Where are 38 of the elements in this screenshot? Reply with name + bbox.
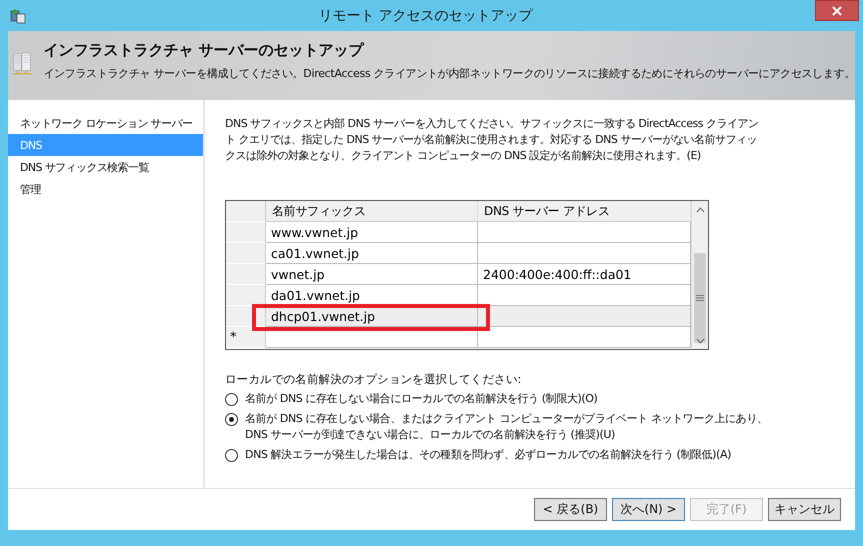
radio-button[interactable] — [225, 393, 238, 406]
row-header[interactable] — [226, 285, 266, 306]
table-cell[interactable]: vwnet.jp — [266, 264, 478, 285]
table-cell[interactable] — [478, 243, 691, 264]
wizard-button[interactable]: キャンセル — [768, 498, 841, 521]
scroll-down-icon[interactable] — [696, 338, 704, 344]
wizard-button[interactable]: < 戻る(B) — [534, 498, 607, 521]
radio-button[interactable] — [225, 449, 238, 462]
table-cell[interactable] — [478, 222, 691, 243]
radio-label[interactable]: DNS 解決エラーが発生した場合は、その種類を問わず、必ずローカルでの名前解決を行う (制限低)(A) — [245, 447, 731, 463]
page-title: インフラストラクチャ サーバーのセットアップ — [43, 41, 366, 60]
radio-button[interactable] — [225, 413, 238, 426]
grip-icon — [696, 295, 704, 301]
wizard-button[interactable]: 次へ(N) > — [612, 498, 685, 521]
scroll-up-icon[interactable] — [696, 206, 704, 212]
app-icon — [10, 8, 26, 24]
description-text: DNS サフィックスと内部 DNS サーバーを入力してください。サフィックスに一致する DirectAccess クライアント クエリでは、指定した DNS サーバーが名前解決に使用されます。対応する DNS サーバーがない名前サフィックスは除外の対象となり、クライアント コンピューターの DNS 設定が名前解決に使用されます。(E) — [225, 116, 760, 164]
corner-header — [226, 201, 266, 222]
table-cell[interactable] — [478, 327, 691, 348]
table-cell[interactable]: 2400:400e:400:ff::da01 — [478, 264, 691, 285]
column-header: DNS サーバー アドレス — [478, 201, 691, 222]
radio-label[interactable]: 名前が DNS に存在しない場合にローカルでの名前解決を行う (制限大)(O) — [245, 391, 598, 407]
page-subtitle: インフラストラクチャ サーバーを構成してください。DirectAccess クライアントが内部ネットワークのリソースに接続するためにそれらのサーバーにアクセスします。 — [43, 66, 855, 81]
table-cell[interactable]: www.vwnet.jp — [266, 222, 478, 243]
scrollbar[interactable] — [691, 201, 708, 349]
window-title: リモート アクセスのセットアップ — [317, 6, 534, 24]
table-cell[interactable] — [478, 306, 691, 327]
radio-label[interactable]: 名前が DNS に存在しない場合、またはクライアント コンピューターがプライベート ネットワーク上にあり、 DNS サーバーが到達できない場合に、ローカルでの名前解決を行う (推奨)(U) — [245, 411, 768, 443]
close-button[interactable] — [815, 0, 859, 21]
table-cell[interactable]: ca01.vwnet.jp — [266, 243, 478, 264]
sidebar-item[interactable]: DNS サフィックス検索一覧 — [8, 156, 203, 178]
close-icon — [832, 6, 842, 16]
column-header: 名前サフィックス — [266, 201, 478, 222]
sidebar-item[interactable]: 管理 — [8, 178, 203, 200]
sidebar-item[interactable]: ネットワーク ロケーション サーバー — [8, 112, 203, 134]
new-row-marker: * — [226, 327, 266, 348]
table-cell[interactable]: dhcp01.vwnet.jp — [266, 306, 478, 327]
options-label: ローカルでの名前解決のオプションを選択してください: — [225, 372, 522, 387]
